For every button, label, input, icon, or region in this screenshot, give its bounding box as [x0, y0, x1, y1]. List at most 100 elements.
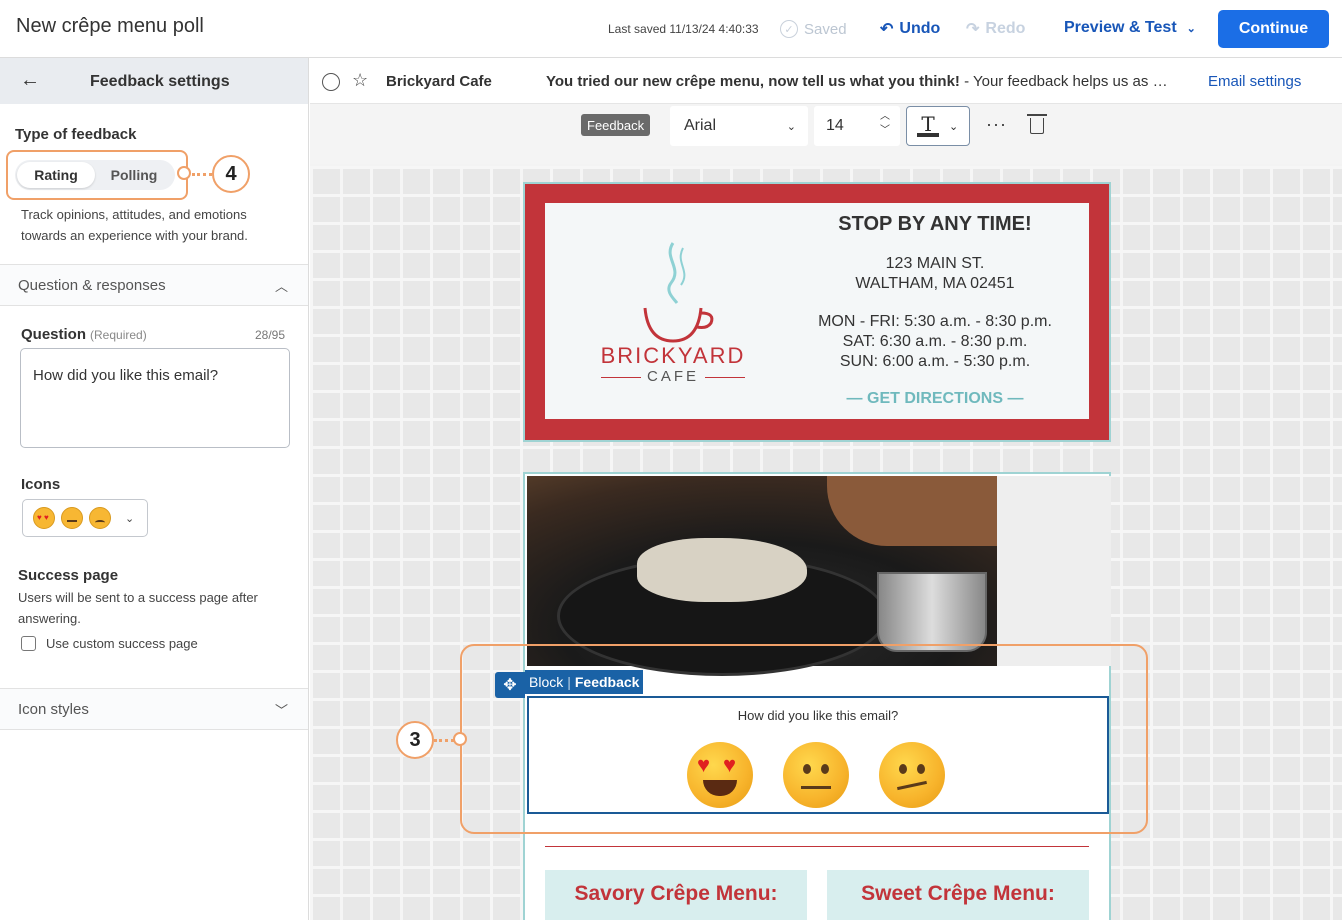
icons-label: Icons: [21, 476, 61, 493]
saved-label: Saved: [804, 20, 847, 38]
section-title: Icon styles: [18, 701, 89, 718]
font-family-select[interactable]: Arial ⌄: [670, 106, 808, 146]
icon-styles-section[interactable]: Icon styles ﹀: [0, 688, 308, 730]
trash-icon[interactable]: [1027, 114, 1047, 134]
email-header-bar: ☆ Brickyard Cafe You tried our new crêpe…: [310, 58, 1342, 104]
feedback-block[interactable]: How did you like this email? ♥ ♥: [527, 696, 1109, 814]
undo-arrow-icon: ↶: [880, 21, 894, 38]
email-canvas: BRICKYARD CAFE STOP BY ANY TIME! 123 MAI…: [310, 166, 1342, 920]
crepe-cooking-photo: [527, 476, 1111, 676]
preview-test-button[interactable]: Preview & Test ⌄: [1064, 19, 1196, 37]
saved-status: ✓ Saved: [780, 20, 847, 38]
chevron-down-icon: ﹀: [274, 703, 288, 718]
store-info-inner: BRICKYARD CAFE STOP BY ANY TIME! 123 MAI…: [545, 203, 1089, 419]
feedback-question: How did you like this email?: [737, 708, 899, 723]
checkbox-box[interactable]: [21, 636, 36, 651]
continue-button[interactable]: Continue: [1218, 10, 1329, 48]
format-toolbar: Feedback Arial ⌄ 14 ︿﹀ T ⌄ ··· ‹ ›: [310, 104, 1342, 206]
editor-main: ☆ Brickyard Cafe You tried our new crêpe…: [310, 58, 1342, 920]
text-color-picker[interactable]: T ⌄: [906, 106, 970, 146]
address-line-1: 123 MAIN ST.: [885, 255, 985, 272]
divider-line: [545, 846, 1089, 847]
chevron-down-icon: ⌄: [125, 512, 135, 525]
neutral-emoji-icon: [61, 507, 83, 529]
back-arrow-icon[interactable]: ←: [20, 69, 40, 92]
success-page-label: Success page: [18, 567, 119, 584]
font-value: Arial: [684, 117, 717, 134]
success-page-description: Users will be sent to a success page aft…: [18, 590, 258, 626]
feedback-settings-panel: ← Feedback settings Type of feedback Rat…: [0, 58, 309, 920]
panel-title: Feedback settings: [90, 73, 230, 90]
savory-menu-button[interactable]: Savory Crêpe Menu:: [545, 870, 807, 920]
panel-header: ← Feedback settings: [0, 58, 308, 104]
heart-eyes-emoji-icon: ♥ ♥: [33, 507, 55, 529]
callout-4-highlight: [6, 150, 188, 200]
brand-subtitle: CAFE: [593, 368, 753, 385]
check-circle-icon: ✓: [780, 20, 798, 38]
chevron-up-icon: ︿: [274, 279, 288, 294]
store-info-block[interactable]: BRICKYARD CAFE STOP BY ANY TIME! 123 MAI…: [523, 182, 1111, 442]
coffee-cup-icon: [643, 242, 714, 343]
confused-emoji-icon[interactable]: [879, 742, 945, 808]
email-subject: You tried our new crêpe menu, now tell u…: [546, 73, 1201, 90]
redo-label: Redo: [985, 20, 1026, 37]
stepper-arrows-icon[interactable]: ︿ ﹀: [880, 110, 890, 138]
feedback-content-block[interactable]: ✥ Block | Feedback How did you like this e…: [495, 472, 1111, 920]
campaign-title[interactable]: New crêpe menu poll: [16, 15, 204, 38]
font-size-stepper[interactable]: 14 ︿ ﹀: [814, 106, 900, 146]
top-bar: New crêpe menu poll Last saved 11/13/24 …: [0, 0, 1342, 58]
char-count: 28/95: [255, 328, 286, 342]
question-responses-section[interactable]: Question & responses ︿: [0, 264, 308, 306]
callout-badge-3: 3: [396, 721, 434, 759]
from-name: Brickyard Cafe: [386, 73, 492, 90]
block-tag: ✥ Block | Feedback: [495, 670, 644, 698]
select-radio[interactable]: [322, 73, 340, 91]
heart-eyes-emoji-icon[interactable]: ♥ ♥: [687, 742, 753, 808]
section-title: Question & responses: [18, 277, 166, 294]
neutral-emoji-icon[interactable]: [783, 742, 849, 808]
undo-label: Undo: [899, 20, 941, 37]
callout-badge-4: 4: [212, 155, 250, 193]
metal-pot-shape: [877, 572, 987, 652]
question-label-text: Question: [21, 326, 87, 343]
required-label: (Required): [90, 328, 147, 342]
block-tag-label: Block | Feedback: [525, 670, 644, 694]
checkbox-label: Use custom success page: [46, 636, 198, 651]
redo-arrow-icon: ↷: [966, 21, 980, 38]
block-word: Block: [529, 674, 564, 690]
chevron-down-icon: ⌄: [1186, 22, 1196, 35]
frown-emoji-icon: [89, 507, 111, 529]
sweet-menu-button[interactable]: Sweet Crêpe Menu:: [827, 870, 1089, 920]
callout-dot-3: [453, 732, 467, 746]
text-color-icon: T: [917, 114, 939, 137]
chef-sleeve-shape: [997, 476, 1111, 666]
preview-label: Preview & Test: [1064, 19, 1177, 36]
brand-name: BRICKYARD: [600, 343, 746, 368]
preheader-text: - Your feedback helps us as …: [959, 73, 1168, 90]
hours-saturday: SAT: 6:30 a.m. - 8:30 p.m.: [842, 333, 1028, 350]
icons-dropdown[interactable]: ♥ ♥ ⌄: [22, 499, 148, 537]
callout-dot-4: [177, 166, 191, 180]
star-icon[interactable]: ☆: [352, 70, 368, 91]
redo-button[interactable]: ↷ Redo: [966, 19, 1025, 39]
chevron-down-icon: ⌄: [949, 120, 959, 133]
hours-sunday: SUN: 6:00 a.m. - 5:30 p.m.: [839, 353, 1031, 370]
block-type-word: Feedback: [574, 674, 640, 690]
callout-connector-3: [434, 739, 454, 742]
email-settings-link[interactable]: Email settings: [1208, 73, 1301, 90]
hours-weekday: MON - FRI: 5:30 a.m. - 8:30 p.m.: [818, 313, 1052, 330]
store-details: STOP BY ANY TIME! 123 MAIN ST. WALTHAM, …: [805, 213, 1065, 408]
get-directions-link[interactable]: — GET DIRECTIONS —: [805, 390, 1065, 408]
custom-success-checkbox[interactable]: Use custom success page: [21, 636, 198, 651]
more-options-icon[interactable]: ···: [986, 114, 1007, 135]
type-of-feedback-label: Type of feedback: [15, 126, 137, 143]
font-size-value: 14: [826, 117, 844, 134]
feedback-type-description: Track opinions, attitudes, and emotions …: [21, 207, 248, 243]
last-saved-text: Last saved 11/13/24 4:40:33: [608, 22, 759, 36]
move-icon[interactable]: ✥: [495, 672, 525, 698]
question-textarea[interactable]: How did you like this email?: [20, 348, 290, 448]
question-label: Question (Required): [21, 326, 147, 343]
undo-button[interactable]: ↶ Undo: [880, 19, 940, 39]
address-line-2: WALTHAM, MA 02451: [855, 275, 1015, 292]
subject-text: You tried our new crêpe menu, now tell u…: [546, 73, 960, 90]
